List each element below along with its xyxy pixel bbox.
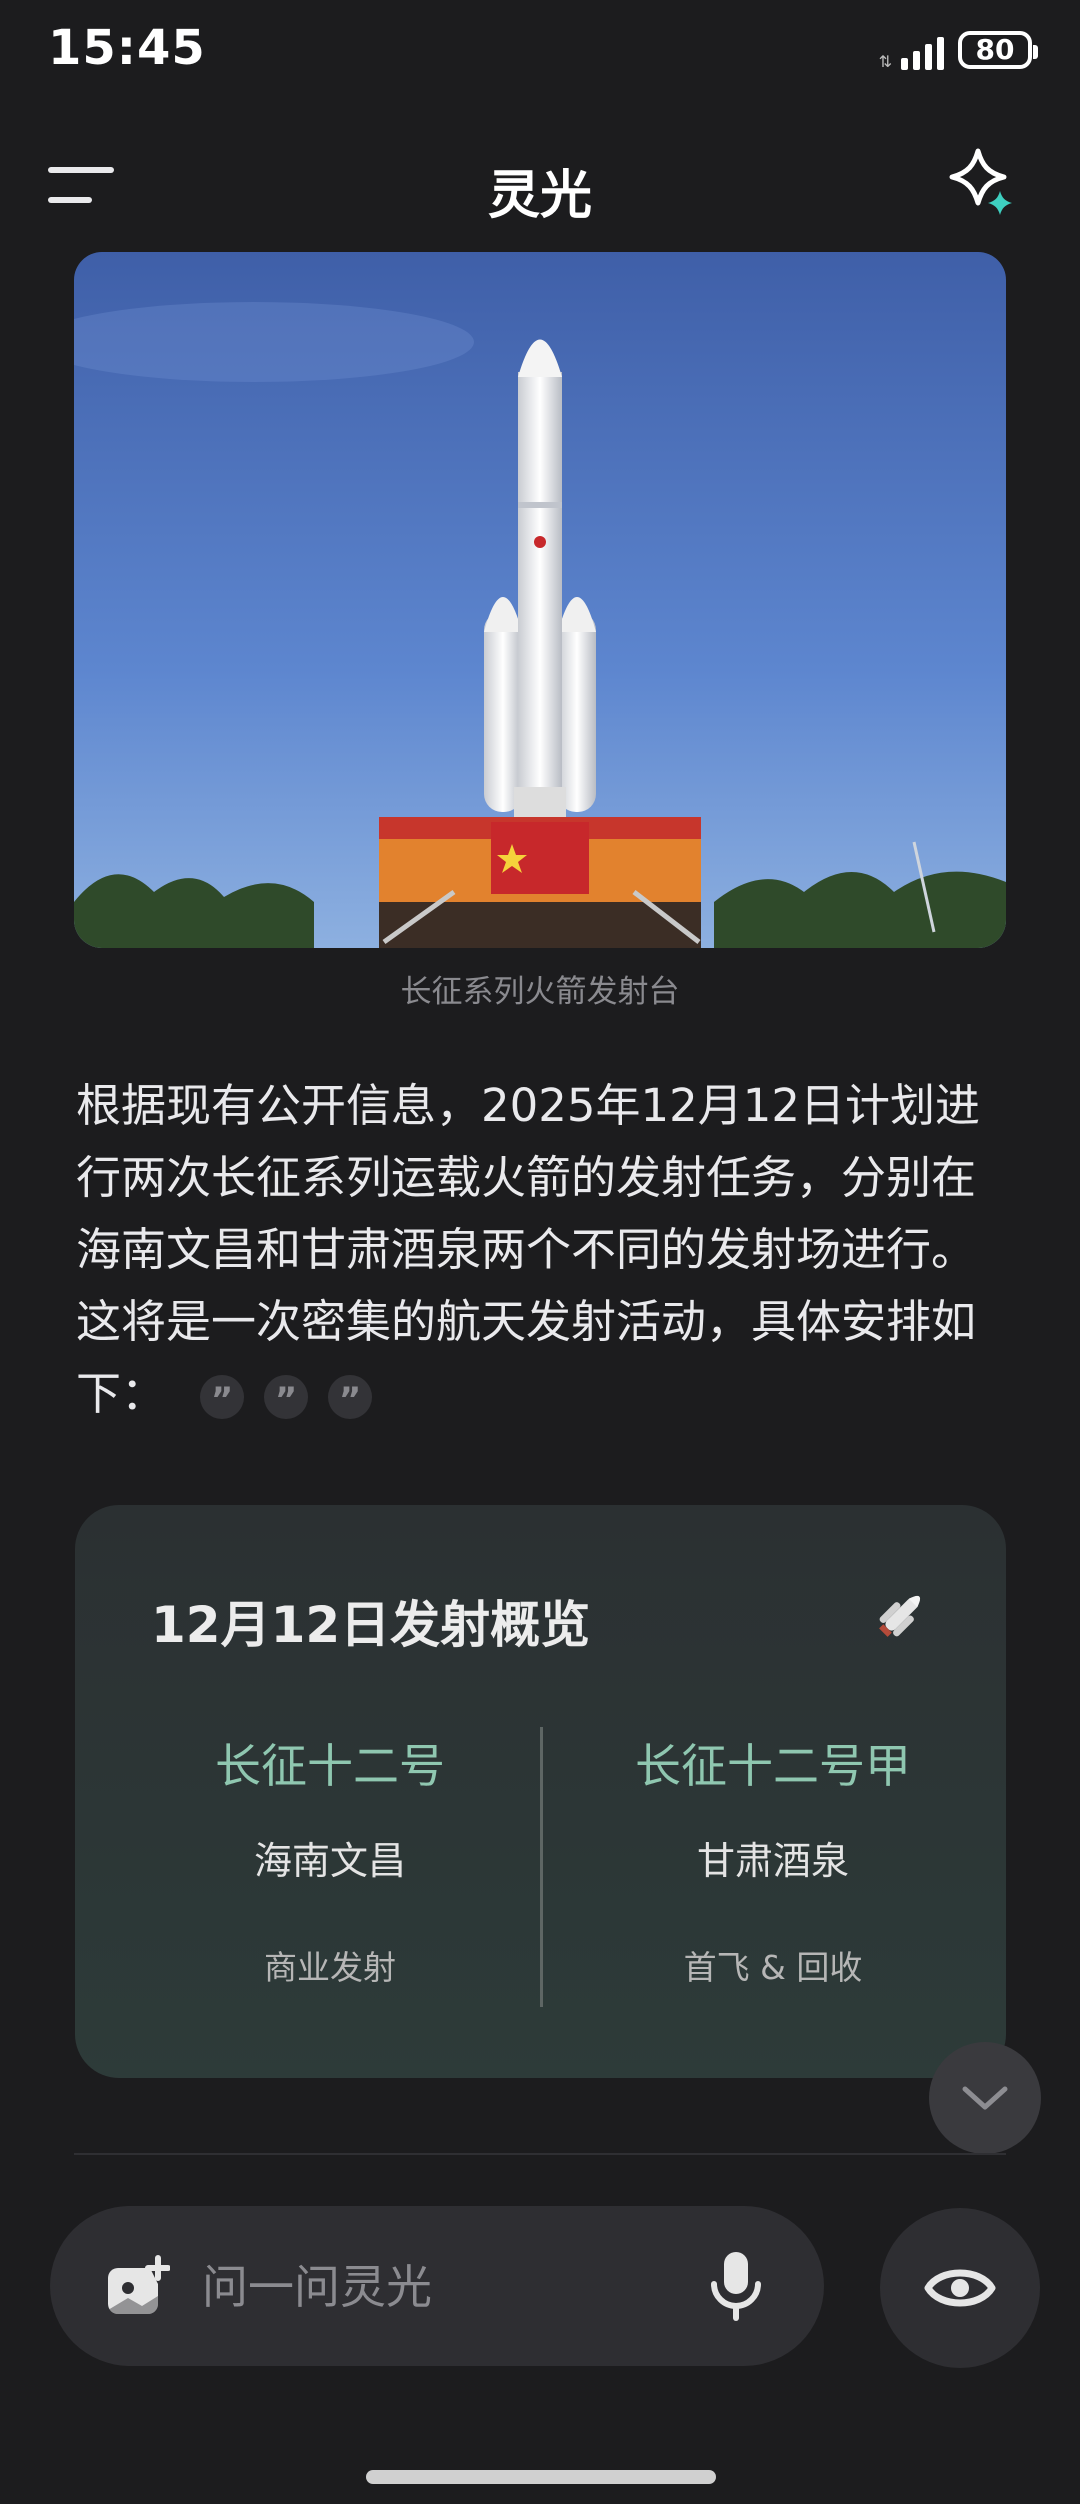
quote-icon[interactable]: ” bbox=[328, 1375, 373, 1419]
answer-text: 根据现有公开信息，2025年12月12日计划进行两次长征系列运载火箭的发射任务，… bbox=[76, 1079, 981, 1420]
status-time: 15:45 bbox=[48, 20, 206, 76]
rocket-column-right: 长征十二号甲 甘肃酒泉 首飞 & 回收 bbox=[563, 1730, 983, 1989]
card-title: 12月12日发射概览 bbox=[151, 1596, 591, 1654]
rocket-photo bbox=[74, 252, 1006, 948]
launch-site: 甘肃酒泉 bbox=[696, 1839, 849, 1883]
card-divider bbox=[540, 1727, 543, 2007]
add-photo-icon[interactable] bbox=[102, 2254, 170, 2320]
citation-icons: ” ” ” bbox=[200, 1375, 373, 1419]
eye-icon bbox=[924, 2269, 996, 2307]
signal-icon: ⇅ bbox=[879, 30, 944, 70]
rocket-column-left: 长征十二号 海南文昌 商业发射 bbox=[120, 1730, 540, 1989]
quote-icon[interactable]: ” bbox=[200, 1375, 245, 1419]
battery-level: 80 bbox=[975, 33, 1015, 66]
network-activity-icon: ⇅ bbox=[878, 52, 892, 71]
sparkle-icon[interactable] bbox=[944, 147, 1020, 223]
rocket-name: 长征十二号 bbox=[215, 1739, 445, 1793]
rocket-launch-image[interactable] bbox=[74, 252, 1006, 948]
ask-input[interactable] bbox=[200, 2206, 724, 2368]
home-indicator[interactable] bbox=[366, 2470, 716, 2484]
battery-icon: 80 bbox=[958, 31, 1038, 69]
page-title: 灵光 bbox=[487, 166, 592, 226]
vision-button[interactable] bbox=[880, 2208, 1040, 2368]
launch-note: 首飞 & 回收 bbox=[683, 1948, 863, 1987]
rocket-name: 长征十二号甲 bbox=[635, 1739, 911, 1793]
image-caption: 长征系列火箭发射台 bbox=[400, 974, 680, 1010]
rocket-icon bbox=[879, 1595, 921, 1637]
answer-paragraph: 根据现有公开信息，2025年12月12日计划进行两次长征系列运载火箭的发射任务，… bbox=[76, 1070, 1016, 1430]
status-bar: 15:45 ⇅ 80 bbox=[0, 0, 1080, 110]
chat-input-bar bbox=[50, 2206, 824, 2368]
app-header: 灵光 bbox=[0, 135, 1080, 235]
status-icons: ⇅ 80 bbox=[879, 30, 1038, 70]
launch-note: 商业发射 bbox=[264, 1948, 396, 1987]
quote-icon[interactable]: ” bbox=[264, 1375, 309, 1419]
chevron-down-icon bbox=[962, 2086, 1008, 2110]
microphone-icon[interactable] bbox=[708, 2250, 764, 2322]
launch-site: 海南文昌 bbox=[253, 1839, 406, 1883]
launch-overview-card: 12月12日发射概览 长征十二号 海南文昌 商业发射 长征十二号甲 甘肃酒泉 首… bbox=[75, 1505, 1006, 2078]
divider bbox=[74, 2153, 1006, 2155]
scroll-down-button[interactable] bbox=[929, 2042, 1041, 2154]
